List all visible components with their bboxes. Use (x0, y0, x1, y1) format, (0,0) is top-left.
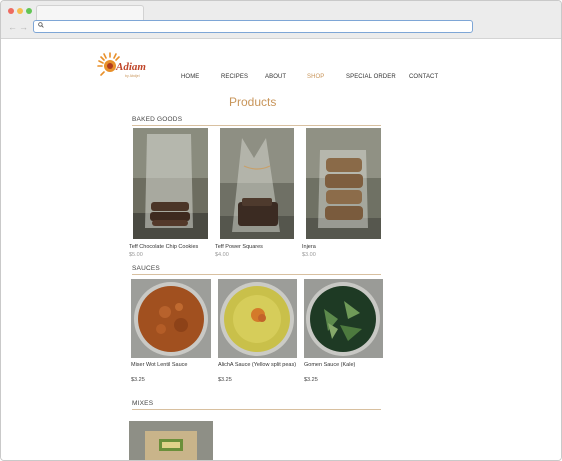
product-name[interactable]: Gomen Sauce (Kale) (304, 361, 384, 369)
product-image-alicha[interactable] (218, 279, 297, 358)
product-name[interactable]: AlichA Sauce (Yellow split peas) (218, 361, 298, 369)
product-image-cookies[interactable] (133, 128, 208, 239)
product-image-injera[interactable] (306, 128, 381, 239)
nav-shop[interactable]: SHOP (307, 74, 324, 80)
site-logo[interactable]: Adiam by Abdjel (96, 51, 158, 81)
web-page: Adiam by Abdjel HOME RECIPES ABOUT SHOP … (1, 39, 561, 460)
section-heading-sauces: SAUCES (132, 265, 160, 272)
close-window-icon[interactable] (8, 8, 14, 14)
section-divider (132, 274, 381, 275)
section-heading-mixes: MIXES (132, 400, 154, 407)
nav-recipes[interactable]: RECIPES (221, 74, 248, 80)
section-divider (132, 125, 381, 126)
browser-chrome: ← → (1, 1, 561, 39)
browser-tab[interactable] (36, 5, 144, 20)
nav-contact[interactable]: CONTACT (409, 74, 438, 80)
product-price: $3.00 (302, 252, 316, 258)
logo-wordmark: Adiam (115, 61, 146, 73)
logo-tagline: by Abdjel (125, 74, 140, 78)
nav-home[interactable]: HOME (181, 74, 199, 80)
product-name[interactable]: Injera (302, 243, 382, 251)
product-price: $5.00 (129, 252, 143, 258)
product-name[interactable]: Teff Power Squares (215, 243, 295, 251)
product-image-miser-wot[interactable] (131, 279, 211, 358)
nav-special-order[interactable]: SPECIAL ORDER (346, 74, 396, 80)
browser-window: ← → Adiam by Abdjel HOME RECIPES ABOUT S… (0, 0, 562, 461)
product-name[interactable]: Miser Wot Lentil Sauce (131, 361, 211, 369)
minimize-window-icon[interactable] (17, 8, 23, 14)
section-heading-baked-goods: BAKED GOODS (132, 116, 183, 123)
product-image-gomen[interactable] (304, 279, 383, 358)
product-price: $4.00 (215, 252, 229, 258)
section-divider (132, 409, 381, 410)
maximize-window-icon[interactable] (26, 8, 32, 14)
search-icon (38, 22, 44, 28)
forward-arrow-icon[interactable]: → (19, 22, 28, 32)
product-price: $3.25 (131, 377, 145, 383)
product-price: $3.25 (218, 377, 232, 383)
product-price: $3.25 (304, 377, 318, 383)
address-bar[interactable] (33, 20, 473, 33)
product-image-power-squares[interactable] (220, 128, 294, 239)
product-name[interactable]: Teff Chocolate Chip Cookies (129, 243, 209, 251)
back-arrow-icon[interactable]: ← (8, 22, 17, 32)
page-title: Products (229, 95, 277, 109)
product-image-mix[interactable] (129, 421, 213, 461)
nav-about[interactable]: ABOUT (265, 74, 286, 80)
